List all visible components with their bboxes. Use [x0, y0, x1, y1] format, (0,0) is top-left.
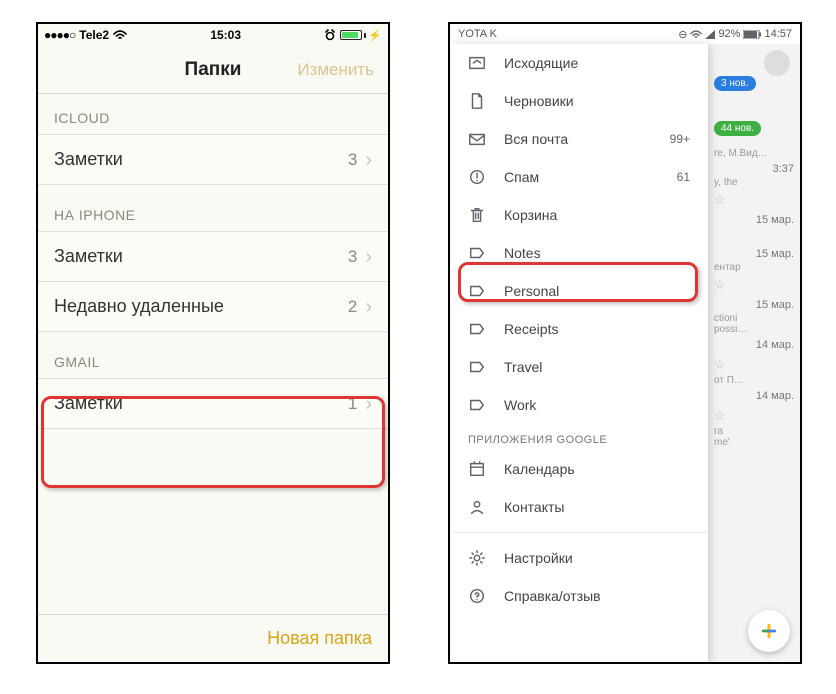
- nav-count: 99+: [670, 132, 690, 146]
- google-apps-header: ПРИЛОЖЕНИЯ GOOGLE: [450, 424, 708, 450]
- nav-all-mail[interactable]: Вся почта 99+: [450, 120, 708, 158]
- nav-label: Корзина: [504, 207, 557, 223]
- nav-label: Справка/отзыв: [504, 588, 601, 604]
- nav-label: Черновики: [504, 93, 574, 109]
- nav-drawer: Исходящие Черновики Вся почта 99+ Спам 6…: [450, 44, 708, 662]
- nav-label-notes[interactable]: Notes: [450, 234, 708, 272]
- label-icon: [468, 244, 486, 262]
- chevron-right-icon: ›: [365, 394, 372, 414]
- nav-label-work[interactable]: Work: [450, 386, 708, 424]
- label-icon: [468, 320, 486, 338]
- row-count: 1: [348, 394, 357, 414]
- clock: 14:57: [764, 28, 792, 40]
- label-icon: [468, 396, 486, 414]
- all-mail-icon: [468, 130, 486, 148]
- row-label: Заметки: [54, 393, 123, 414]
- carrier-label: Tele2: [79, 28, 109, 42]
- battery-pct: 92%: [718, 28, 740, 40]
- contacts-icon: [468, 498, 486, 516]
- bg-snippet: re, М.Вид…: [714, 148, 794, 159]
- page-title: Папки: [185, 59, 242, 81]
- label-icon: [468, 282, 486, 300]
- nav-settings[interactable]: Настройки: [450, 539, 708, 577]
- navbar: Папки Изменить: [38, 46, 388, 94]
- section-gmail-header: GMAIL: [38, 332, 388, 378]
- label-icon: [468, 358, 486, 376]
- nav-label: Календарь: [504, 461, 575, 477]
- nav-label: Notes: [504, 245, 541, 261]
- nav-drafts[interactable]: Черновики: [450, 82, 708, 120]
- bg-snippet: me': [714, 437, 794, 448]
- gear-icon: [468, 549, 486, 567]
- new-folder-button[interactable]: Новая папка: [267, 628, 372, 649]
- avatar: [764, 50, 790, 76]
- toolbar: Новая папка: [38, 614, 388, 662]
- badge-new-blue: 3 нов.: [714, 76, 756, 91]
- folders-scroll: ICLOUD Заметки 3 › НА IPHONE Заметки 3 › Н…: [38, 94, 388, 429]
- nav-label-receipts[interactable]: Receipts: [450, 310, 708, 348]
- chevron-right-icon: ›: [365, 247, 372, 267]
- battery-icon: [743, 30, 761, 39]
- compose-fab[interactable]: [748, 610, 790, 652]
- battery-icon: ⚡: [340, 29, 382, 42]
- wifi-icon: [113, 30, 127, 40]
- signal-dots-icon: ●●●●○: [44, 28, 75, 42]
- row-label: Заметки: [54, 246, 123, 267]
- carrier-label: YOTA K: [458, 28, 497, 40]
- chevron-right-icon: ›: [365, 297, 372, 317]
- section-iphone-header: НА IPHONE: [38, 185, 388, 231]
- trash-icon: [468, 206, 486, 224]
- nav-label: Контакты: [504, 499, 564, 515]
- help-icon: [468, 587, 486, 605]
- wifi-icon: [690, 30, 702, 39]
- row-count: 3: [348, 247, 357, 267]
- android-status-bar: YOTA K ⊖ 92% 14:57: [450, 24, 800, 44]
- badge-new-green: 44 нов.: [714, 121, 761, 136]
- inbox-background: 3 нов. 44 нов. re, М.Вид… 3:37 y, the ☆ …: [708, 44, 800, 662]
- ios-notes-screen: ●●●●○ Tele2 15:03 ⚡ Папки Изменить ICLOU…: [36, 22, 390, 664]
- iphone-recently-deleted-row[interactable]: Недавно удаленные 2 ›: [38, 282, 388, 332]
- clock: 15:03: [210, 28, 241, 42]
- nav-label: Personal: [504, 283, 559, 299]
- ios-status-bar: ●●●●○ Tele2 15:03 ⚡: [38, 24, 388, 46]
- nav-label: Вся почта: [504, 131, 568, 147]
- nav-label: Receipts: [504, 321, 558, 337]
- nav-label: Настройки: [504, 550, 573, 566]
- nav-label: Travel: [504, 359, 542, 375]
- calendar-icon: [468, 460, 486, 478]
- iphone-notes-row[interactable]: Заметки 3 ›: [38, 231, 388, 282]
- draft-icon: [468, 92, 486, 110]
- nav-trash[interactable]: Корзина: [450, 196, 708, 234]
- nav-label-travel[interactable]: Travel: [450, 348, 708, 386]
- row-count: 3: [348, 150, 357, 170]
- nav-outbox[interactable]: Исходящие: [450, 44, 708, 82]
- nav-label: Work: [504, 397, 536, 413]
- edit-button[interactable]: Изменить: [297, 60, 374, 80]
- nav-calendar[interactable]: Календарь: [450, 450, 708, 488]
- chevron-right-icon: ›: [365, 150, 372, 170]
- signal-icon: [705, 30, 715, 39]
- outbox-icon: [468, 54, 486, 72]
- nav-label: Спам: [504, 169, 539, 185]
- divider: [450, 532, 708, 533]
- nav-contacts[interactable]: Контакты: [450, 488, 708, 526]
- nav-label-personal[interactable]: Personal: [450, 272, 708, 310]
- gmail-notes-row[interactable]: Заметки 1 ›: [38, 378, 388, 429]
- spam-icon: [468, 168, 486, 186]
- section-icloud-header: ICLOUD: [38, 94, 388, 134]
- alarm-icon: [324, 29, 336, 41]
- row-label: Недавно удаленные: [54, 296, 224, 317]
- gmail-screen: YOTA K ⊖ 92% 14:57 3 нов. 44 нов. re, М.…: [448, 22, 802, 664]
- bg-snippet: possi…: [714, 324, 794, 335]
- nav-help[interactable]: Справка/отзыв: [450, 577, 708, 615]
- icloud-notes-row[interactable]: Заметки 3 ›: [38, 134, 388, 185]
- nav-spam[interactable]: Спам 61: [450, 158, 708, 196]
- do-not-disturb-icon: ⊖: [678, 28, 687, 41]
- row-count: 2: [348, 297, 357, 317]
- nav-label: Исходящие: [504, 55, 578, 71]
- row-label: Заметки: [54, 149, 123, 170]
- nav-count: 61: [677, 170, 690, 184]
